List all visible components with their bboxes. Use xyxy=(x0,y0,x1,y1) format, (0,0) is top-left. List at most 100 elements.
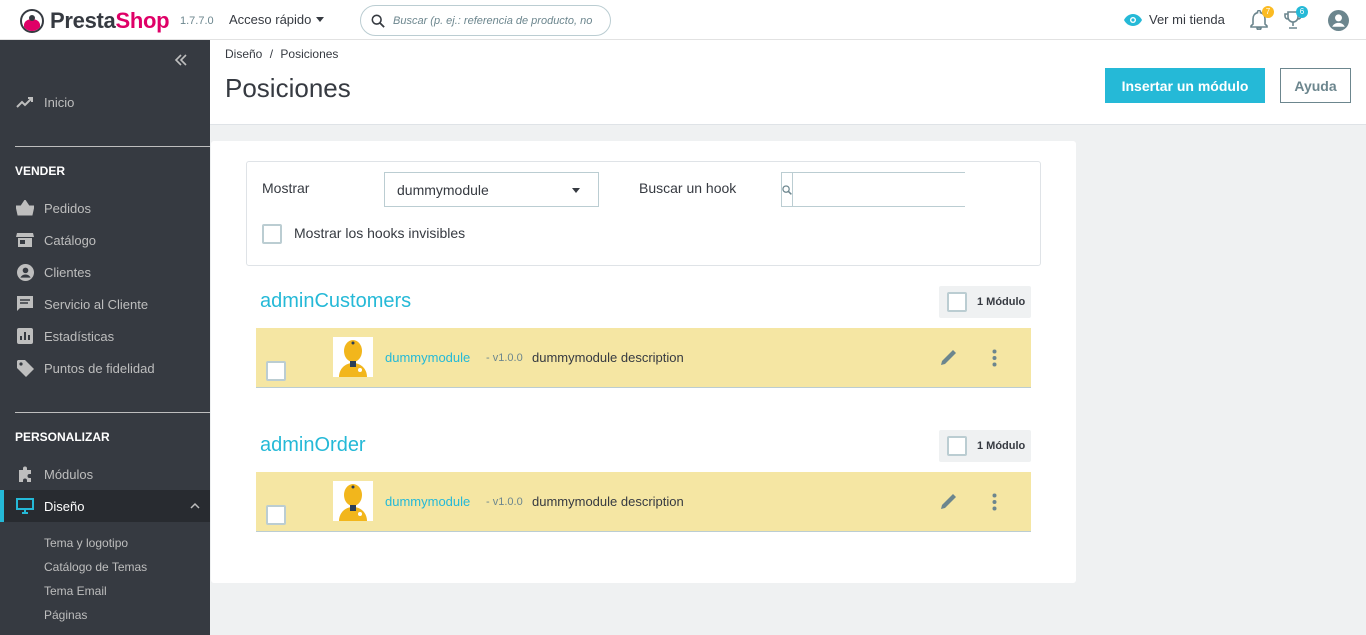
breadcrumb-current: Posiciones xyxy=(280,47,339,61)
positions-card: Mostrar dummymodule Buscar un hook Mostr… xyxy=(211,141,1076,583)
search-icon xyxy=(782,173,793,206)
collapse-sidebar-icon[interactable] xyxy=(174,54,188,66)
sidebar-subitem-pages[interactable]: Páginas xyxy=(44,608,87,622)
sidebar-item-modules[interactable]: Módulos xyxy=(0,458,210,490)
sidebar-item-customer-service[interactable]: Servicio al Cliente xyxy=(0,288,210,320)
more-vertical-icon[interactable] xyxy=(992,349,997,367)
page-title: Posiciones xyxy=(225,73,351,103)
account-circle-icon xyxy=(15,262,35,282)
module-description: dummymodule description xyxy=(532,350,684,365)
sidebar-item-design[interactable]: Diseño xyxy=(0,490,210,522)
module-logo xyxy=(333,481,373,521)
sidebar-subitem-theme-catalog[interactable]: Catálogo de Temas xyxy=(44,560,147,574)
dummy-module-avatar-icon xyxy=(339,484,367,521)
invisible-hooks-label: Mostrar los hooks invisibles xyxy=(294,225,466,241)
pencil-edit-icon[interactable] xyxy=(940,492,958,510)
sidebar-item-label: Servicio al Cliente xyxy=(44,296,149,312)
sidebar-item-stats[interactable]: Estadísticas xyxy=(0,320,210,352)
invisible-hooks-checkbox[interactable] xyxy=(262,224,282,244)
trending-up-icon xyxy=(15,92,35,112)
quick-access-dropdown[interactable]: Acceso rápido xyxy=(229,12,325,27)
select-all-checkbox[interactable] xyxy=(947,436,967,456)
logo-text: PrestaShop xyxy=(50,8,170,34)
insert-module-button[interactable]: Insertar un módulo xyxy=(1105,68,1265,103)
module-name-link[interactable]: dummymodule xyxy=(385,350,470,365)
logo-suffix: Shop xyxy=(115,8,170,33)
dummy-module-avatar-icon xyxy=(339,340,367,377)
sidebar-item-catalog[interactable]: Catálogo xyxy=(0,224,210,256)
sidebar-item-label: Puntos de fidelidad xyxy=(44,360,155,376)
module-version: - v1.0.0 xyxy=(486,496,523,508)
sidebar-item-label: Inicio xyxy=(44,94,75,110)
eye-icon xyxy=(1124,13,1142,26)
more-vertical-icon[interactable] xyxy=(992,493,997,511)
module-logo xyxy=(333,337,373,377)
breadcrumb-separator: / xyxy=(269,47,274,61)
module-name-link[interactable]: dummymodule xyxy=(385,494,470,509)
puffin-logo-icon xyxy=(20,9,44,33)
sidebar-item-orders[interactable]: Pedidos xyxy=(0,192,210,224)
section-title-sell: VENDER xyxy=(15,164,66,178)
module-count-label: 1 Módulo xyxy=(977,440,1026,452)
pencil-edit-icon[interactable] xyxy=(940,348,958,366)
chevron-up-icon xyxy=(190,502,200,509)
version-label: 1.7.7.0 xyxy=(180,15,214,27)
prestashop-logo[interactable]: PrestaShop xyxy=(20,8,170,34)
sidebar-item-label: Clientes xyxy=(44,264,91,280)
sidebar-item-label: Pedidos xyxy=(44,200,91,216)
trophy-button[interactable]: 6 xyxy=(1284,6,1308,35)
module-count-label: 1 Módulo xyxy=(977,296,1026,308)
hook-search-group xyxy=(781,172,970,207)
sidebar-subitem-theme-logo[interactable]: Tema y logotipo xyxy=(44,536,128,550)
sidebar: Inicio VENDER Pedidos Catálogo Clientes … xyxy=(0,40,210,635)
quick-access-label: Acceso rápido xyxy=(229,12,312,27)
sidebar-item-label: Catálogo xyxy=(44,232,97,248)
search-icon xyxy=(371,14,385,28)
hook-title: adminCustomers xyxy=(260,290,412,312)
user-account-icon xyxy=(1328,10,1349,31)
hook-title: adminOrder xyxy=(260,434,366,456)
account-button[interactable] xyxy=(1328,10,1349,36)
module-checkbox[interactable] xyxy=(266,505,286,525)
desktop-icon xyxy=(15,496,35,516)
sidebar-item-loyalty[interactable]: Puntos de fidelidad xyxy=(0,352,210,384)
sidebar-item-label: Módulos xyxy=(44,466,94,482)
sidebar-item-home[interactable]: Inicio xyxy=(0,86,210,118)
module-select[interactable]: dummymodule xyxy=(384,172,599,207)
bar-chart-icon xyxy=(15,326,35,346)
page-header: Diseño / Posiciones Posiciones Insertar … xyxy=(210,40,1366,125)
search-hook-label: Buscar un hook xyxy=(639,180,737,196)
header-search[interactable] xyxy=(360,5,611,36)
view-shop-link[interactable]: Ver mi tienda xyxy=(1124,12,1225,27)
view-shop-label: Ver mi tienda xyxy=(1149,12,1225,27)
puzzle-icon xyxy=(15,464,35,484)
store-icon xyxy=(15,230,35,250)
search-input[interactable] xyxy=(393,14,603,27)
sidebar-item-customers[interactable]: Clientes xyxy=(0,256,210,288)
sidebar-divider xyxy=(15,146,210,147)
select-all-checkbox[interactable] xyxy=(947,292,967,312)
help-button[interactable]: Ayuda xyxy=(1280,68,1351,103)
module-count-toggle[interactable]: 1 Módulo xyxy=(939,430,1031,462)
caret-down-icon xyxy=(316,17,325,22)
shopping-basket-icon xyxy=(15,198,35,218)
module-version: - v1.0.0 xyxy=(486,352,523,364)
filter-panel: Mostrar dummymodule Buscar un hook Mostr… xyxy=(246,161,1041,266)
sidebar-divider xyxy=(15,412,210,413)
caret-down-icon xyxy=(572,188,580,193)
module-row: dummymodule - v1.0.0 dummymodule descrip… xyxy=(256,472,1031,532)
top-bar: PrestaShop 1.7.7.0 Acceso rápido Ver mi … xyxy=(0,0,1366,40)
module-checkbox[interactable] xyxy=(266,361,286,381)
sidebar-subitem-email-theme[interactable]: Tema Email xyxy=(44,584,107,598)
module-select-value: dummymodule xyxy=(397,181,489,198)
module-count-toggle[interactable]: 1 Módulo xyxy=(939,286,1031,318)
module-row: dummymodule - v1.0.0 dummymodule descrip… xyxy=(256,328,1031,388)
logo-prefix: Presta xyxy=(50,8,116,33)
sidebar-item-label: Estadísticas xyxy=(44,328,115,344)
trophy-badge: 6 xyxy=(1296,6,1308,18)
notifications-badge: 7 xyxy=(1262,6,1274,18)
breadcrumb-parent[interactable]: Diseño xyxy=(225,47,262,61)
notifications-button[interactable]: 7 xyxy=(1250,6,1274,35)
hook-search-input[interactable] xyxy=(793,173,970,206)
show-label: Mostrar xyxy=(262,180,310,196)
